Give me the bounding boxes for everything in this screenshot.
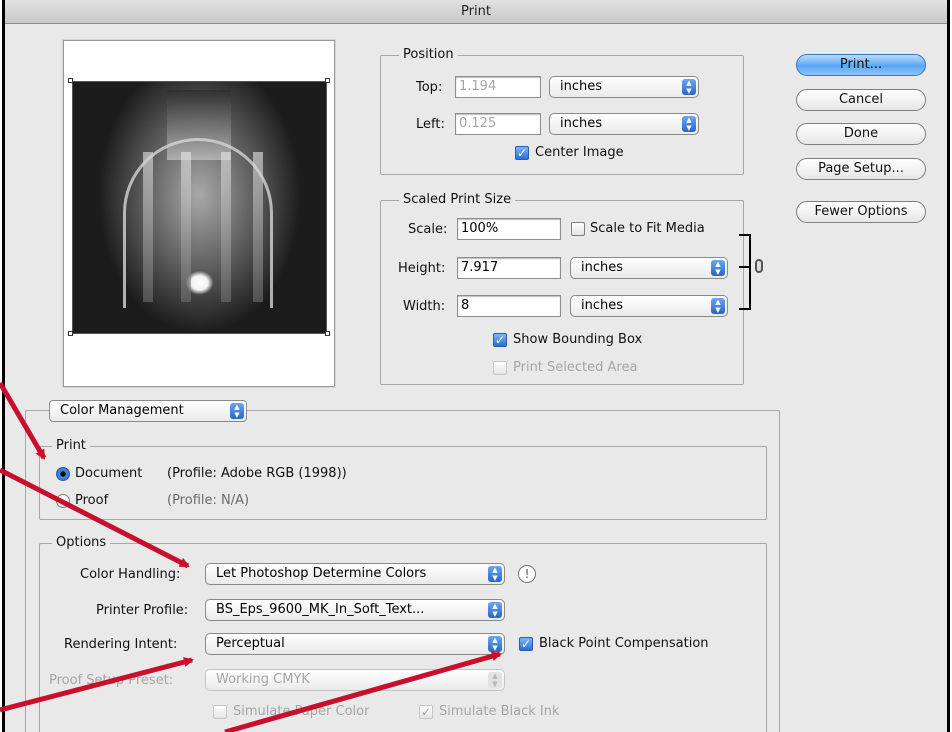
simulate-black-label: Simulate Black Ink <box>439 704 560 719</box>
scale-to-fit-checkbox[interactable] <box>571 222 585 236</box>
height-unit-select[interactable]: inches ▲ ▼ <box>570 257 728 279</box>
bbox-handle-br[interactable] <box>325 331 330 336</box>
printer-profile-select[interactable]: BS_Eps_9600_MK_In_Soft_Text... ▲ ▼ <box>205 599 505 621</box>
print-dialog: Print Position Top: 1.194 inches ▲ ▼ Left… <box>2 0 950 732</box>
color-handling-label: Color Handling: <box>80 567 181 582</box>
print-selected-area-label: Print Selected Area <box>513 360 638 375</box>
document-profile: (Profile: Adobe RGB (1998)) <box>167 466 347 481</box>
left-unit-select[interactable]: inches ▲ ▼ <box>549 113 699 135</box>
simulate-paper-label: Simulate Paper Color <box>233 704 370 719</box>
black-point-checkbox[interactable]: ✓ <box>519 637 533 651</box>
window-title: Print <box>5 0 947 24</box>
left-input[interactable]: 0.125 <box>455 113 541 135</box>
section-select[interactable]: Color Management ▲ ▼ <box>49 400 247 422</box>
simulate-black-checkbox[interactable]: ✓ <box>419 705 433 719</box>
simulate-paper-checkbox[interactable] <box>213 705 227 719</box>
done-button[interactable]: Done <box>796 123 926 145</box>
scale-label: Scale: <box>408 222 448 237</box>
black-point-label: Black Point Compensation <box>539 636 709 651</box>
chevron-updown-icon: ▲ ▼ <box>711 260 725 276</box>
show-bounding-box-checkbox[interactable]: ✓ <box>493 333 507 347</box>
top-input[interactable]: 1.194 <box>455 76 541 98</box>
chain-link-icon[interactable] <box>755 259 763 273</box>
proof-setup-label: Proof Setup Preset: <box>49 673 174 688</box>
scaled-print-size-legend: Scaled Print Size <box>399 192 516 207</box>
proof-label: Proof <box>75 493 109 508</box>
print-source-group: Print <box>39 438 767 520</box>
position-legend: Position <box>399 47 458 62</box>
height-input[interactable]: 7.917 <box>457 257 561 279</box>
proof-profile: (Profile: N/A) <box>167 493 250 508</box>
center-image-checkbox[interactable]: ✓ <box>515 146 529 160</box>
bbox-handle-tl[interactable] <box>68 78 73 83</box>
page-setup-button[interactable]: Page Setup... <box>796 158 926 180</box>
printer-profile-label: Printer Profile: <box>96 603 189 618</box>
chevron-updown-icon: ▲ ▼ <box>488 602 502 618</box>
chevron-updown-icon: ▲ ▼ <box>711 298 725 314</box>
print-button[interactable]: Print... <box>796 54 926 76</box>
rendering-intent-select[interactable]: Perceptual ▲ ▼ <box>205 633 505 655</box>
height-label: Height: <box>398 261 446 276</box>
chevron-updown-icon: ▲ ▼ <box>682 79 696 95</box>
left-label: Left: <box>416 117 445 132</box>
preview-image[interactable] <box>72 81 327 334</box>
width-label: Width: <box>403 299 446 314</box>
options-legend: Options <box>52 535 111 550</box>
top-unit-select[interactable]: inches ▲ ▼ <box>549 76 699 98</box>
warning-icon[interactable]: ! <box>518 565 536 583</box>
bbox-handle-bl[interactable] <box>68 331 73 336</box>
fewer-options-button[interactable]: Fewer Options <box>796 201 926 223</box>
center-image-label: Center Image <box>535 145 624 160</box>
rendering-intent-label: Rendering Intent: <box>64 637 178 652</box>
chevron-updown-icon: ▲ ▼ <box>488 636 502 652</box>
color-handling-select[interactable]: Let Photoshop Determine Colors ▲ ▼ <box>205 563 505 585</box>
top-label: Top: <box>416 80 443 95</box>
proof-setup-select[interactable]: Working CMYK ▲ ▼ <box>205 669 505 691</box>
print-source-legend: Print <box>52 438 90 453</box>
document-radio[interactable] <box>56 467 70 481</box>
print-preview <box>63 40 335 387</box>
width-input[interactable]: 8 <box>457 295 561 317</box>
cancel-button[interactable]: Cancel <box>796 89 926 111</box>
bbox-handle-tr[interactable] <box>325 78 330 83</box>
chevron-updown-icon: ▲ ▼ <box>488 672 502 688</box>
chevron-updown-icon: ▲ ▼ <box>230 403 244 419</box>
proof-radio[interactable] <box>56 494 70 508</box>
scale-input[interactable]: 100% <box>457 218 561 240</box>
document-label: Document <box>75 466 143 481</box>
chevron-updown-icon: ▲ ▼ <box>682 116 696 132</box>
chevron-updown-icon: ▲ ▼ <box>488 566 502 582</box>
print-selected-area-checkbox[interactable] <box>493 361 507 375</box>
scale-to-fit-label: Scale to Fit Media <box>590 221 705 236</box>
show-bounding-box-label: Show Bounding Box <box>513 332 643 347</box>
width-unit-select[interactable]: inches ▲ ▼ <box>570 295 728 317</box>
